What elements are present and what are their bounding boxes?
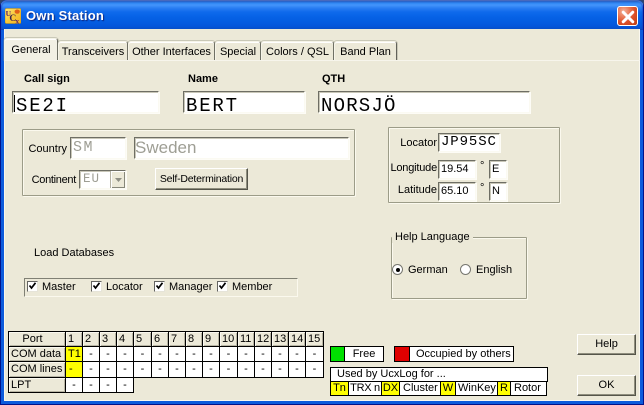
svg-text:x: x [15, 16, 19, 24]
